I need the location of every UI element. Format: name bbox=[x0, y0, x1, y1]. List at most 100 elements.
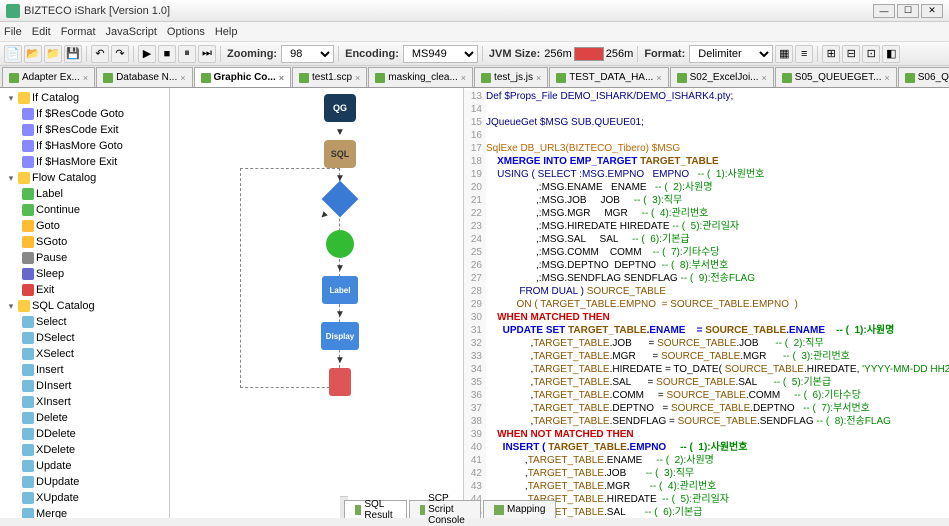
tree-item[interactable]: Select bbox=[2, 314, 167, 330]
close-icon[interactable]: × bbox=[656, 73, 661, 83]
flow-node-lbl[interactable]: Label bbox=[322, 276, 358, 304]
tool-run-icon[interactable]: ▶ bbox=[138, 45, 156, 63]
code-line[interactable]: 16 bbox=[464, 129, 949, 142]
code-line[interactable]: 39 WHEN NOT MATCHED THEN bbox=[464, 428, 949, 441]
tool-list-icon[interactable]: ≡ bbox=[795, 45, 813, 63]
tree-item[interactable]: SGoto bbox=[2, 234, 167, 250]
code-line[interactable]: 18 XMERGE INTO EMP_TARGET TARGET_TABLE bbox=[464, 155, 949, 168]
flow-node-qg[interactable]: QG bbox=[324, 94, 356, 122]
code-line[interactable]: 34 ,TARGET_TABLE.HIREDATE = TO_DATE( SOU… bbox=[464, 363, 949, 376]
editor-tab[interactable]: S06_QUEUEPUT...× bbox=[898, 67, 949, 87]
flow-node-exit[interactable] bbox=[329, 368, 351, 396]
tool-save-icon[interactable]: 💾 bbox=[64, 45, 82, 63]
code-line[interactable]: 13Def $Props_File DEMO_ISHARK/DEMO_ISHAR… bbox=[464, 90, 949, 103]
editor-tab[interactable]: masking_clea...× bbox=[368, 67, 473, 87]
code-line[interactable]: 37 ,TARGET_TABLE.DEPTNO = SOURCE_TABLE.D… bbox=[464, 402, 949, 415]
tree-item[interactable]: Pause bbox=[2, 250, 167, 266]
code-line[interactable]: 43 ,TARGET_TABLE.MGR -- ( 4):관리번호 bbox=[464, 480, 949, 493]
flow-canvas[interactable]: QGSQLLabelDisplay SQL ResultSCP Script C… bbox=[170, 88, 464, 518]
code-line[interactable]: 29 ON ( TARGET_TABLE.EMPNO = SOURCE_TABL… bbox=[464, 298, 949, 311]
tree-item[interactable]: DDelete bbox=[2, 426, 167, 442]
minimize-button[interactable]: — bbox=[873, 4, 895, 18]
flow-node-dia[interactable] bbox=[322, 181, 359, 218]
code-line[interactable]: 31 UPDATE SET TARGET_TABLE.ENAME = SOURC… bbox=[464, 324, 949, 337]
tool-grid-icon[interactable]: ▦ bbox=[775, 45, 793, 63]
tree-item[interactable]: DUpdate bbox=[2, 474, 167, 490]
tree-category[interactable]: ▾Flow Catalog bbox=[2, 170, 167, 186]
code-line[interactable]: 30 WHEN MATCHED THEN bbox=[464, 311, 949, 324]
editor-tab[interactable]: S02_ExcelJoi...× bbox=[670, 67, 774, 87]
tree-item[interactable]: Update bbox=[2, 458, 167, 474]
catalog-sidebar[interactable]: ▾If CatalogIf $ResCode GotoIf $ResCode E… bbox=[0, 88, 170, 518]
tool-a-icon[interactable]: ⊞ bbox=[822, 45, 840, 63]
close-icon[interactable]: × bbox=[83, 73, 88, 83]
tool-open2-icon[interactable]: 📁 bbox=[44, 45, 62, 63]
tree-item[interactable]: Goto bbox=[2, 218, 167, 234]
menu-edit[interactable]: Edit bbox=[32, 26, 51, 38]
tree-item[interactable]: XUpdate bbox=[2, 490, 167, 506]
tree-category[interactable]: ▾SQL Catalog bbox=[2, 298, 167, 314]
code-line[interactable]: 25 ,:MSG.COMM COMM -- ( 7):기타수당 bbox=[464, 246, 949, 259]
bottom-tab[interactable]: Mapping bbox=[483, 500, 556, 518]
tree-item[interactable]: Continue bbox=[2, 202, 167, 218]
code-line[interactable]: 20 ,:MSG.ENAME ENAME -- ( 2):사원명 bbox=[464, 181, 949, 194]
bottom-tab[interactable]: SCP Script Console bbox=[409, 500, 481, 518]
code-line[interactable]: 38 ,TARGET_TABLE.SENDFLAG = SOURCE_TABLE… bbox=[464, 415, 949, 428]
tool-pause-icon[interactable]: ⏸ bbox=[178, 45, 196, 63]
tree-item[interactable]: Delete bbox=[2, 410, 167, 426]
tree-item[interactable]: DInsert bbox=[2, 378, 167, 394]
editor-tab[interactable]: test_js.js× bbox=[474, 67, 548, 87]
tree-item[interactable]: If $HasMore Goto bbox=[2, 138, 167, 154]
tool-stop-icon[interactable]: ■ bbox=[158, 45, 176, 63]
code-line[interactable]: 21 ,:MSG.JOB JOB -- ( 3):직무 bbox=[464, 194, 949, 207]
code-editor[interactable]: 13Def $Props_File DEMO_ISHARK/DEMO_ISHAR… bbox=[464, 88, 949, 518]
code-line[interactable]: 24 ,:MSG.SAL SAL -- ( 6):기본급 bbox=[464, 233, 949, 246]
tool-b-icon[interactable]: ⊟ bbox=[842, 45, 860, 63]
tree-item[interactable]: If $ResCode Exit bbox=[2, 122, 167, 138]
code-line[interactable]: 17SqlExe DB_URL3(BIZTECO_Tibero) $MSG bbox=[464, 142, 949, 155]
tree-item[interactable]: XInsert bbox=[2, 394, 167, 410]
tree-item[interactable]: If $ResCode Goto bbox=[2, 106, 167, 122]
close-icon[interactable]: × bbox=[180, 73, 185, 83]
menu-format[interactable]: Format bbox=[61, 26, 96, 38]
tree-item[interactable]: Merge bbox=[2, 506, 167, 518]
editor-tab[interactable]: test1.scp× bbox=[292, 67, 367, 87]
maximize-button[interactable]: ☐ bbox=[897, 4, 919, 18]
flow-node-sql[interactable]: SQL bbox=[324, 140, 356, 168]
encoding-select[interactable]: MS949 bbox=[403, 45, 478, 63]
menu-javascript[interactable]: JavaScript bbox=[106, 26, 157, 38]
format-select[interactable]: Delimiter bbox=[689, 45, 773, 63]
close-icon[interactable]: × bbox=[355, 73, 360, 83]
tree-item[interactable]: Label bbox=[2, 186, 167, 202]
tree-item[interactable]: XSelect bbox=[2, 346, 167, 362]
tree-item[interactable]: Sleep bbox=[2, 266, 167, 282]
code-line[interactable]: 27 ,:MSG.SENDFLAG SENDFLAG -- ( 9):전송FLA… bbox=[464, 272, 949, 285]
menu-help[interactable]: Help bbox=[215, 26, 238, 38]
code-line[interactable]: 32 ,TARGET_TABLE.JOB = SOURCE_TABLE.JOB … bbox=[464, 337, 949, 350]
code-line[interactable]: 19 USING ( SELECT :MSG.EMPNO EMPNO -- ( … bbox=[464, 168, 949, 181]
bottom-tab[interactable]: SQL Result bbox=[344, 500, 407, 518]
zooming-select[interactable]: 98 bbox=[281, 45, 334, 63]
close-icon[interactable]: × bbox=[536, 73, 541, 83]
menu-file[interactable]: File bbox=[4, 26, 22, 38]
close-icon[interactable]: × bbox=[762, 73, 767, 83]
tree-item[interactable]: Exit bbox=[2, 282, 167, 298]
code-line[interactable]: 28 FROM DUAL ) SOURCE_TABLE bbox=[464, 285, 949, 298]
editor-tab[interactable]: TEST_DATA_HA...× bbox=[549, 67, 668, 87]
tree-item[interactable]: XDelete bbox=[2, 442, 167, 458]
editor-tab[interactable]: S05_QUEUEGET...× bbox=[775, 67, 897, 87]
editor-tab[interactable]: Graphic Co...× bbox=[194, 67, 292, 87]
tool-redo-icon[interactable]: ↷ bbox=[111, 45, 129, 63]
tree-item[interactable]: DSelect bbox=[2, 330, 167, 346]
editor-tab[interactable]: Adapter Ex...× bbox=[2, 67, 95, 87]
close-icon[interactable]: × bbox=[461, 73, 466, 83]
code-line[interactable]: 26 ,:MSG.DEPTNO DEPTNO -- ( 8):부서번호 bbox=[464, 259, 949, 272]
tool-d-icon[interactable]: ◧ bbox=[882, 45, 900, 63]
close-button[interactable]: ✕ bbox=[921, 4, 943, 18]
code-line[interactable]: 35 ,TARGET_TABLE.SAL = SOURCE_TABLE.SAL … bbox=[464, 376, 949, 389]
tool-c-icon[interactable]: ⊡ bbox=[862, 45, 880, 63]
code-line[interactable]: 40 INSERT ( TARGET_TABLE.EMPNO -- ( 1):사… bbox=[464, 441, 949, 454]
tool-step-icon[interactable]: ⏭ bbox=[198, 45, 216, 63]
close-icon[interactable]: × bbox=[884, 73, 889, 83]
code-line[interactable]: 33 ,TARGET_TABLE.MGR = SOURCE_TABLE.MGR … bbox=[464, 350, 949, 363]
